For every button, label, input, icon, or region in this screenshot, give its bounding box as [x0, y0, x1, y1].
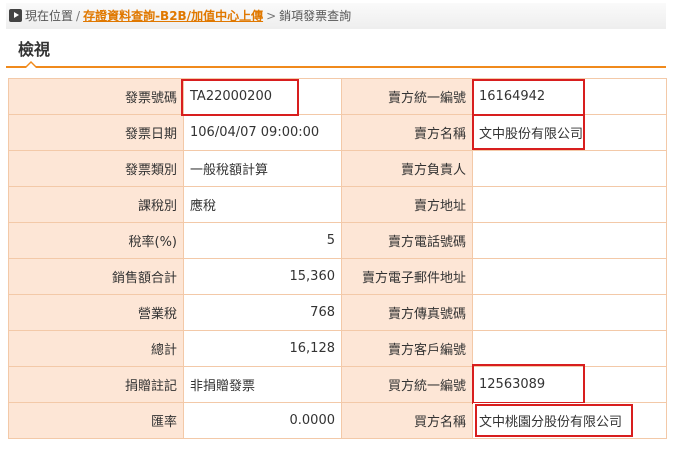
seller-representative-value: [472, 150, 667, 187]
seller-tax-id-value: 16164942: [472, 78, 667, 116]
grand-total-value: 16,128: [183, 330, 342, 367]
page-title: 檢視: [18, 40, 51, 59]
sales-total-label: 銷售額合計: [8, 258, 184, 295]
invoice-number-text: TA22000200: [190, 89, 272, 104]
seller-representative-label: 賣方負責人: [341, 150, 473, 187]
table-row: 銷售額合計 15,360 賣方電子郵件地址: [8, 258, 667, 295]
seller-email-value: [472, 258, 667, 295]
buyer-tax-id-label: 買方統一編號: [341, 366, 473, 403]
buyer-tax-id-text: 12563089: [479, 377, 546, 392]
arrow-right-icon: [9, 9, 22, 22]
seller-address-value: [472, 186, 667, 223]
seller-tax-id-label: 賣方統一編號: [341, 78, 473, 115]
tax-type-value: 應稅: [183, 186, 342, 223]
breadcrumb-link-upload[interactable]: 存證資料查詢-B2B/加值中心上傳: [83, 9, 263, 23]
donation-mark-label: 捐贈註記: [8, 366, 184, 403]
tab-notch-icon: [24, 61, 38, 68]
grand-total-label: 總計: [8, 330, 184, 367]
table-row: 發票日期 106/04/07 09:00:00 賣方名稱 文中股份有限公司: [8, 114, 667, 151]
tax-rate-value: 5: [183, 222, 342, 259]
table-row: 課稅別 應稅 賣方地址: [8, 186, 667, 223]
tax-type-label: 課稅別: [8, 186, 184, 223]
buyer-name-label: 買方名稱: [341, 402, 473, 439]
seller-name-label: 賣方名稱: [341, 114, 473, 151]
buyer-tax-id-value: 12563089: [472, 364, 667, 404]
breadcrumb-separator: >: [266, 9, 277, 23]
seller-fax-value: [472, 294, 667, 331]
buyer-name-text: 文中桃園分股份有限公司: [479, 415, 623, 430]
seller-phone-value: [472, 222, 667, 259]
invoice-number-label: 發票號碼: [8, 78, 184, 115]
invoice-type-value: 一般稅額計算: [183, 150, 342, 187]
table-row: 匯率 0.0000 買方名稱 文中桃園分股份有限公司: [8, 402, 667, 439]
breadcrumb: 現在位置 / 存證資料查詢-B2B/加值中心上傳 > 銷項發票查詢: [6, 3, 666, 29]
seller-fax-label: 賣方傳真號碼: [341, 294, 473, 331]
breadcrumb-current: 銷項發票查詢: [279, 9, 352, 23]
invoice-date-label: 發票日期: [8, 114, 184, 151]
seller-phone-label: 賣方電話號碼: [341, 222, 473, 259]
seller-email-label: 賣方電子郵件地址: [341, 258, 473, 295]
donation-mark-value: 非捐贈發票: [183, 366, 342, 403]
breadcrumb-prefix: 現在位置: [25, 9, 74, 23]
title-bar: 檢視: [6, 30, 666, 68]
business-tax-value: 768: [183, 294, 342, 331]
breadcrumb-separator: /: [76, 9, 81, 23]
seller-name-value: 文中股份有限公司: [472, 114, 667, 151]
invoice-date-value: 106/04/07 09:00:00: [183, 114, 342, 151]
exchange-rate-value: 0.0000: [183, 402, 342, 439]
seller-name-text: 文中股份有限公司: [479, 127, 584, 142]
seller-customer-number-value: [472, 330, 667, 367]
seller-address-label: 賣方地址: [341, 186, 473, 223]
table-row: 發票號碼 TA22000200 賣方統一編號 16164942: [8, 78, 667, 116]
seller-customer-number-label: 賣方客戶編號: [341, 330, 473, 367]
table-row: 總計 16,128 賣方客戶編號: [8, 330, 667, 367]
table-row: 捐贈註記 非捐贈發票 買方統一編號 12563089: [8, 364, 667, 404]
exchange-rate-label: 匯率: [8, 402, 184, 439]
buyer-name-value: 文中桃園分股份有限公司: [472, 402, 667, 439]
table-row: 營業稅 768 賣方傳真號碼: [8, 294, 667, 331]
invoice-detail-table: 發票號碼 TA22000200 賣方統一編號 16164942 發票日期 106…: [8, 78, 667, 439]
seller-tax-id-text: 16164942: [479, 89, 546, 104]
tax-rate-label: 稅率(%): [8, 222, 184, 259]
invoice-number-value: TA22000200: [181, 78, 342, 116]
sales-total-value: 15,360: [183, 258, 342, 295]
invoice-type-label: 發票類別: [8, 150, 184, 187]
business-tax-label: 營業稅: [8, 294, 184, 331]
table-row: 發票類別 一般稅額計算 賣方負責人: [8, 150, 667, 187]
table-row: 稅率(%) 5 賣方電話號碼: [8, 222, 667, 259]
